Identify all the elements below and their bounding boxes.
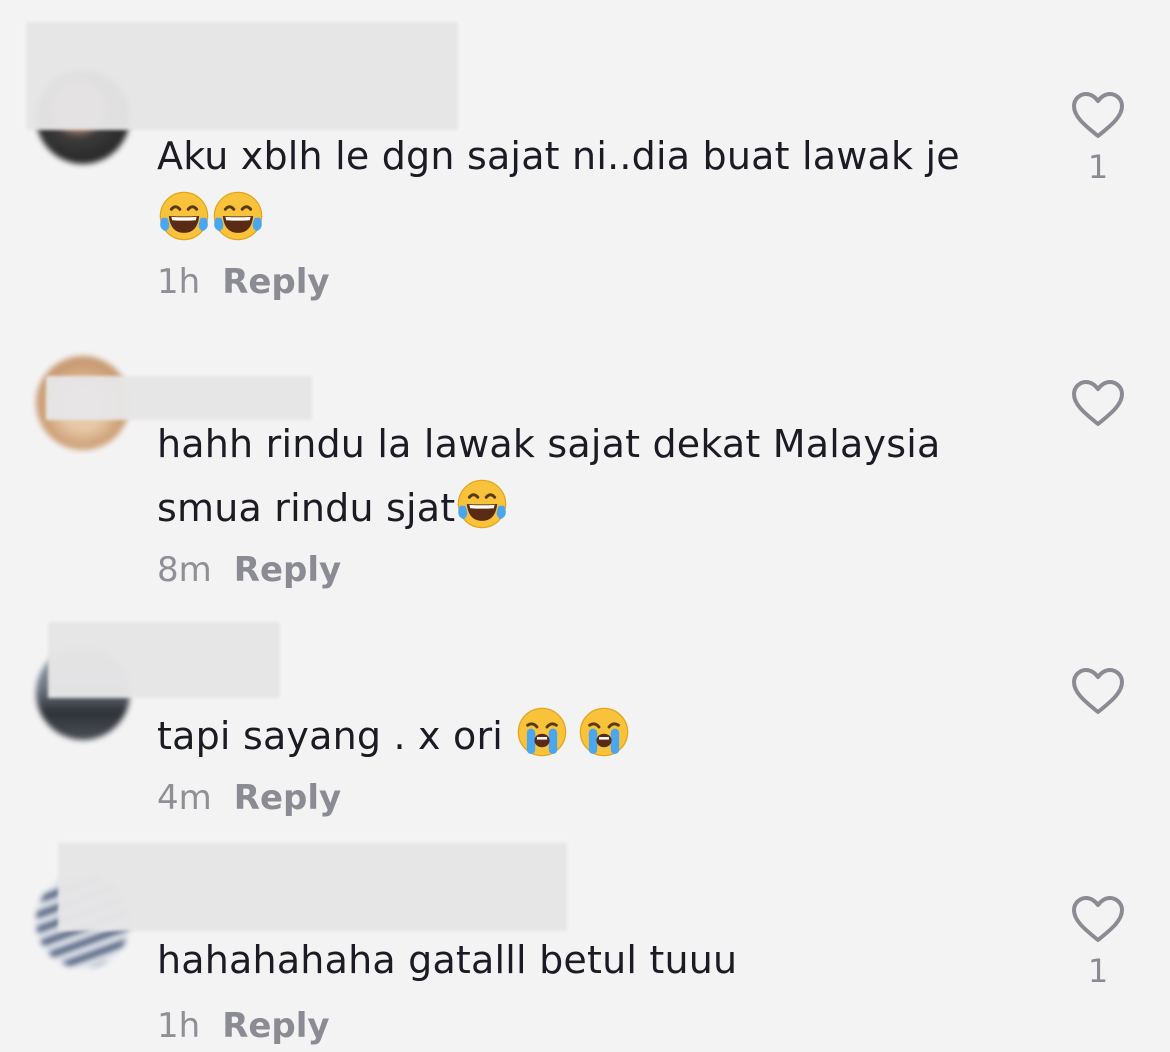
comment-time: 4m bbox=[157, 778, 212, 818]
loudly-crying-face-icon bbox=[577, 705, 631, 759]
like-button[interactable]: 1 bbox=[1070, 92, 1126, 186]
like-count: 1 bbox=[1087, 952, 1109, 990]
heart-outline-icon bbox=[1072, 668, 1124, 714]
comment-text: hahh rindu la lawak sajat dekat Malaysia bbox=[157, 412, 940, 476]
comment-time: 1h bbox=[157, 1006, 201, 1046]
comment-meta: 1h Reply bbox=[157, 262, 330, 302]
comment-text-line: hahahahaha gatalll betul tuuu bbox=[157, 938, 738, 982]
reply-button[interactable]: Reply bbox=[222, 262, 329, 302]
like-button[interactable] bbox=[1070, 380, 1126, 428]
comment-time: 8m bbox=[157, 550, 212, 590]
comment-text: tapi sayang . x ori bbox=[157, 704, 631, 768]
loudly-crying-face-icon bbox=[515, 705, 569, 759]
comment-text-line: smua rindu sjat bbox=[157, 486, 456, 530]
comment-emoji-line bbox=[157, 188, 265, 252]
heart-outline-icon bbox=[1072, 380, 1124, 426]
reply-button[interactable]: Reply bbox=[234, 778, 341, 818]
heart-outline-icon bbox=[1072, 896, 1124, 942]
comment-meta: 8m Reply bbox=[157, 550, 341, 590]
comment-text: hahahahaha gatalll betul tuuu bbox=[157, 928, 737, 992]
comment-meta: 4m Reply bbox=[157, 778, 341, 818]
like-button[interactable] bbox=[1070, 668, 1126, 716]
reply-button[interactable]: Reply bbox=[222, 1006, 329, 1046]
comment-text-line: tapi sayang . x ori bbox=[157, 714, 516, 758]
username-redacted bbox=[58, 843, 567, 931]
reply-button[interactable]: Reply bbox=[234, 550, 341, 590]
comment-text-line: hahh rindu la lawak sajat dekat Malaysia bbox=[157, 422, 941, 466]
comment-text: Aku xblh le dgn sajat ni..dia buat lawak… bbox=[157, 124, 960, 188]
comment-time: 1h bbox=[157, 262, 201, 302]
heart-outline-icon bbox=[1072, 92, 1124, 138]
username-redacted bbox=[48, 622, 280, 698]
like-button[interactable]: 1 bbox=[1070, 896, 1126, 990]
face-with-tears-of-joy-icon bbox=[157, 189, 211, 243]
face-with-tears-of-joy-icon bbox=[455, 477, 509, 531]
username-redacted bbox=[26, 22, 458, 130]
comment-text-line: Aku xblh le dgn sajat ni..dia buat lawak… bbox=[157, 134, 960, 178]
comment-meta: 1h Reply bbox=[157, 1006, 330, 1046]
comment-text: smua rindu sjat bbox=[157, 476, 509, 540]
like-count: 1 bbox=[1087, 148, 1109, 186]
face-with-tears-of-joy-icon bbox=[211, 189, 265, 243]
